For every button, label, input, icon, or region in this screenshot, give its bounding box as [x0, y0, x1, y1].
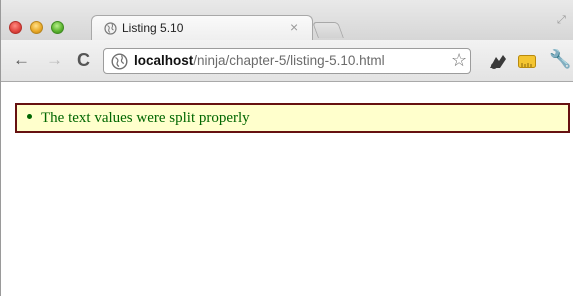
back-button[interactable]: ← [13, 50, 30, 70]
reload-button[interactable]: C [77, 50, 90, 70]
tab-close-icon[interactable]: × [290, 19, 298, 35]
bookmark-star-icon[interactable]: ☆ [451, 50, 467, 71]
new-tab-button[interactable] [312, 22, 344, 38]
url-path: /ninja/chapter-5/listing-5.10.html [193, 53, 385, 68]
browser-window: Listing 5.10 × ⤢ ← → C localhost/ninja/c… [0, 0, 573, 296]
bullet-icon [27, 114, 32, 120]
ruler-extension-icon[interactable] [518, 55, 536, 68]
result-item-pass: The text values were split properly [27, 110, 250, 127]
toolbar: ← → C localhost/ninja/chapter-5/listing-… [1, 40, 573, 82]
tab-listing[interactable]: Listing 5.10 × [91, 15, 313, 41]
extension-icon[interactable] [488, 53, 508, 71]
globe-icon [111, 53, 128, 70]
url-text: localhost/ninja/chapter-5/listing-5.10.h… [134, 53, 385, 68]
forward-button[interactable]: → [46, 50, 63, 70]
address-bar[interactable]: localhost/ninja/chapter-5/listing-5.10.h… [103, 48, 471, 74]
minimize-window-button[interactable] [30, 21, 43, 34]
title-bar: Listing 5.10 × ⤢ [1, 0, 573, 41]
wrench-icon[interactable]: 🔧 [549, 49, 571, 70]
maximize-window-button[interactable] [51, 21, 64, 34]
url-host: localhost [134, 53, 194, 68]
page-content: The text values were split properly [1, 82, 573, 296]
tab-title: Listing 5.10 [122, 21, 184, 35]
close-window-button[interactable] [9, 21, 22, 34]
result-text: The text values were split properly [41, 110, 250, 126]
results-list: The text values were split properly [15, 103, 570, 133]
globe-icon [104, 22, 117, 35]
fullscreen-icon[interactable]: ⤢ [557, 14, 566, 27]
